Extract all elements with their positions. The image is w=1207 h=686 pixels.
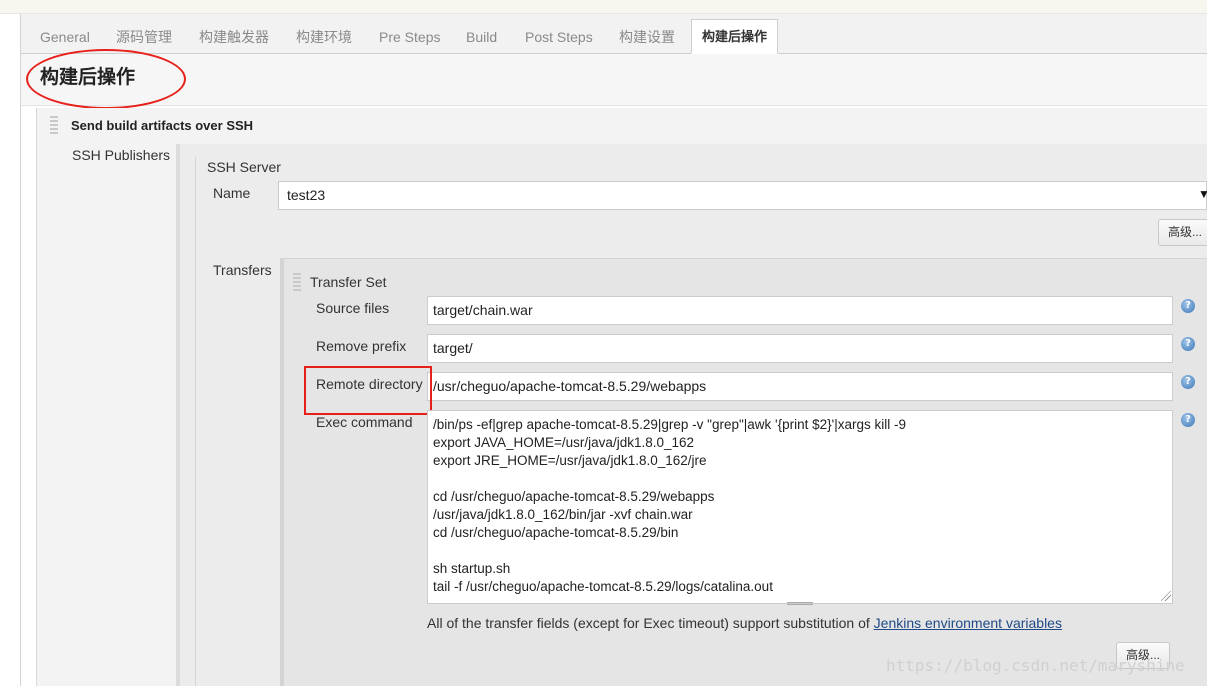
tab-post-build-actions[interactable]: 构建后操作 [691,19,779,54]
top-band [0,0,1207,14]
help-icon[interactable]: ? [1181,375,1195,389]
help-icon[interactable]: ? [1181,299,1195,313]
source-files-label: Source files [316,300,390,316]
section-header [21,54,1207,106]
server-advanced-button[interactable]: 高级... [1158,219,1207,246]
exec-command-line: cd /usr/cheguo/apache-tomcat-8.5.29/weba… [433,489,715,504]
substitution-hint: All of the transfer fields (except for E… [427,615,1062,631]
exec-command-line: /bin/ps -ef|grep apache-tomcat-8.5.29|gr… [433,417,907,432]
config-tab-bar: General 源码管理 构建触发器 构建环境 Pre Steps Build … [21,14,1207,54]
exec-command-line: export JRE_HOME=/usr/java/jdk1.8.0_162/j… [433,453,707,468]
exec-command-line: tail -f /usr/cheguo/apache-tomcat-8.5.29… [433,579,773,594]
name-label: Name [213,185,251,201]
section-title: 构建后操作 [40,66,136,88]
exec-command-line: cd /usr/cheguo/apache-tomcat-8.5.29/bin [433,525,679,540]
exec-command-line [433,542,1167,560]
exec-command-line: sh startup.sh [433,561,511,576]
ssh-inner-rule [195,157,196,686]
transfer-drag-handle[interactable] [293,273,301,293]
transfers-label: Transfers [213,262,272,278]
help-icon[interactable]: ? [1181,337,1195,351]
tab-pre-steps[interactable]: Pre Steps [369,20,450,54]
exec-command-line [433,470,1167,488]
server-name-select[interactable]: test23 [278,181,1207,210]
exec-command-textarea[interactable]: /bin/ps -ef|grep apache-tomcat-8.5.29|gr… [427,410,1173,604]
transfer-advanced-button[interactable]: 高级... [1116,642,1171,669]
chevron-down-icon[interactable]: ▼ [1198,187,1207,201]
hint-text: All of the transfer fields (except for E… [427,615,874,631]
tab-general[interactable]: General [30,20,100,54]
transfer-set-title: Transfer Set [310,274,387,290]
left-rule [20,14,21,686]
help-icon[interactable]: ? [1181,413,1195,427]
tab-build-settings[interactable]: 构建设置 [609,20,685,54]
ssh-publishers-label: SSH Publishers [72,147,171,163]
exec-command-line: export JAVA_HOME=/usr/java/jdk1.8.0_162 [433,435,695,450]
remove-prefix-input[interactable]: target/ [427,334,1173,363]
tab-source-code-management[interactable]: 源码管理 [106,20,182,54]
tab-build-environment[interactable]: 构建环境 [286,20,362,54]
exec-command-line: /usr/java/jdk1.8.0_162/bin/jar -xvf chai… [433,507,693,522]
ssh-server-label: SSH Server [207,159,281,175]
tab-build-triggers[interactable]: 构建触发器 [189,20,279,54]
tab-build[interactable]: Build [456,20,507,54]
jenkins-env-vars-link[interactable]: Jenkins environment variables [874,615,1062,631]
textarea-resize-handle[interactable] [1161,591,1171,601]
textarea-expand-handle[interactable] [787,602,813,605]
remove-prefix-label: Remove prefix [316,338,407,354]
publisher-title: Send build artifacts over SSH [71,118,254,133]
tab-post-steps[interactable]: Post Steps [515,20,603,54]
exec-command-label: Exec command [316,414,413,430]
source-files-input[interactable]: target/chain.war [427,296,1173,325]
remote-directory-label: Remote directory [316,376,423,392]
remote-directory-input[interactable]: /usr/cheguo/apache-tomcat-8.5.29/webapps [427,372,1173,401]
drag-handle[interactable] [50,116,58,136]
